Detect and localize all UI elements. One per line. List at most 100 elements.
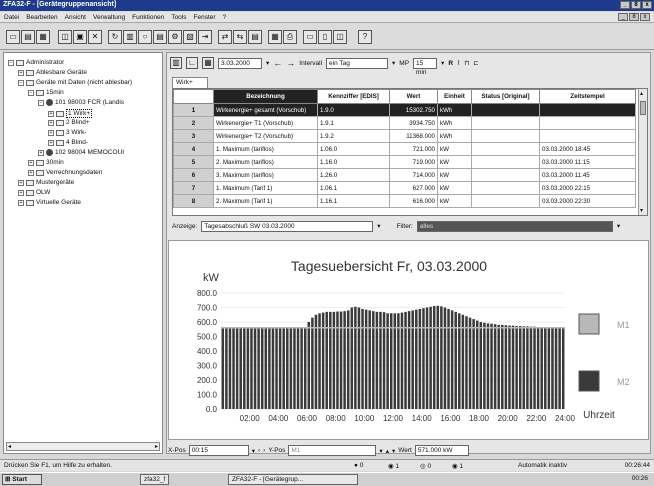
tree-item-15min[interactable]: − 15min bbox=[28, 89, 64, 96]
chevron-down-icon[interactable]: ▾ bbox=[252, 447, 255, 455]
expand-icon[interactable]: + bbox=[48, 119, 54, 126]
xpos-select[interactable]: 00:15 bbox=[188, 445, 249, 456]
expand-icon[interactable]: + bbox=[18, 189, 24, 196]
ypos-select[interactable]: M1 bbox=[288, 445, 377, 456]
expand-icon[interactable]: + bbox=[48, 110, 54, 117]
chevron-down-icon[interactable]: ▾ bbox=[392, 59, 395, 67]
header-einheit[interactable]: Einheit bbox=[437, 89, 472, 104]
next-arrow-icon[interactable]: → bbox=[286, 58, 295, 68]
mp-select[interactable]: 15 min bbox=[413, 57, 438, 76]
tree-item-olw[interactable]: + OLW bbox=[18, 189, 50, 196]
tree-item-blind-minus[interactable]: + 4 Blind- bbox=[48, 139, 88, 146]
window-icon[interactable]: ▯ bbox=[318, 30, 332, 44]
header-status[interactable]: Status [Original] bbox=[471, 89, 540, 104]
help-icon[interactable]: ? bbox=[358, 30, 372, 44]
chevron-down-icon[interactable]: ▾ bbox=[441, 59, 444, 67]
mdi-maximize-button[interactable]: 8 bbox=[629, 13, 639, 21]
table-row[interactable]: 5 2. Maximum (tariflos) 1.16.0 719.000 k… bbox=[173, 155, 636, 169]
scroll-left-icon[interactable]: ◂ bbox=[8, 443, 11, 450]
menu-datei[interactable]: Datei bbox=[4, 14, 19, 21]
table-row[interactable]: 4 1. Maximum (tariflos) 1.06.0 721.000 k… bbox=[173, 142, 636, 156]
table-row[interactable]: 2 Wirkenergie+ T1 (Vorschub) 1.9.1 3934.… bbox=[173, 116, 636, 130]
tree-item-30min[interactable]: + 30min bbox=[28, 159, 64, 166]
tree-item-wirk-minus[interactable]: + 3 Wirk- bbox=[48, 129, 87, 136]
collapse-icon[interactable]: − bbox=[18, 79, 24, 86]
transfer-icon[interactable]: ⇆ bbox=[233, 30, 247, 44]
collapse-icon[interactable]: − bbox=[8, 59, 14, 66]
anzeige-select[interactable]: Tagesabschluß SW 03.03.2000 bbox=[201, 220, 374, 232]
tree-item-device-102[interactable]: + 102 98004 MEMOCOUI bbox=[38, 149, 124, 156]
table-row[interactable]: 1 Wirkenergie+ gesamt (Vorschub) 1.9.0 1… bbox=[173, 103, 636, 117]
split-icon[interactable]: ◫ bbox=[333, 30, 347, 44]
expand-icon[interactable]: + bbox=[18, 199, 24, 206]
expand-icon[interactable]: + bbox=[18, 179, 24, 186]
header-kennziffer[interactable]: Kennziffer [EDIS] bbox=[317, 89, 390, 104]
prev-arrow-icon[interactable]: ← bbox=[273, 58, 282, 68]
print-icon[interactable]: ⎙ bbox=[283, 30, 297, 44]
device-icon[interactable]: ▣ bbox=[73, 30, 87, 44]
table-row[interactable]: 7 1. Maximum (Tarif 1) 1.06.1 627.000 kW… bbox=[173, 181, 636, 195]
chevron-down-icon[interactable]: ▾ bbox=[379, 447, 382, 455]
header-zeitstempel[interactable]: Zeitstempel bbox=[539, 89, 636, 104]
scroll-thumb[interactable] bbox=[640, 101, 646, 115]
menu-bearbeiten[interactable]: Bearbeiten bbox=[26, 14, 57, 21]
tree-item-device-101[interactable]: − 101 98003 FCR (Landis bbox=[38, 99, 124, 106]
table-row[interactable]: 8 2. Maximum (Tarif 1) 1.16.1 616.000 kW… bbox=[173, 194, 636, 208]
tree-item-mustergeraete[interactable]: + Mustergeräte bbox=[18, 179, 74, 186]
maximize-button[interactable]: 8 bbox=[631, 1, 641, 9]
expand-icon[interactable]: + bbox=[38, 149, 44, 156]
tab-wirk-plus[interactable]: Wirk+ bbox=[172, 77, 208, 88]
close-button[interactable]: x bbox=[642, 1, 652, 9]
tree-item-verrechnungsdaten[interactable]: + Verrechnungsdaten bbox=[28, 169, 102, 176]
expand-icon[interactable]: + bbox=[28, 169, 34, 176]
export-icon[interactable]: ⇥ bbox=[198, 30, 212, 44]
table-row[interactable]: 6 3. Maximum (tariflos) 1.26.0 714.000 k… bbox=[173, 168, 636, 182]
chart-icon[interactable]: ▧ bbox=[183, 30, 197, 44]
save-icon[interactable]: ▦ bbox=[36, 30, 50, 44]
report-icon[interactable]: ▤ bbox=[248, 30, 262, 44]
down-arrow-icon[interactable]: ▾ bbox=[392, 447, 395, 455]
scroll-up-icon[interactable]: ▴ bbox=[640, 90, 643, 97]
menu-help[interactable]: ? bbox=[223, 14, 227, 21]
new-file-icon[interactable]: ▭ bbox=[6, 30, 20, 44]
table-view-icon[interactable]: ▥ bbox=[170, 57, 182, 69]
expand-icon[interactable]: + bbox=[48, 139, 54, 146]
scroll-right-icon[interactable]: ▸ bbox=[155, 443, 158, 450]
menu-funktionen[interactable]: Funktionen bbox=[132, 14, 164, 21]
layout-icon[interactable]: ▭ bbox=[303, 30, 317, 44]
table-vscrollbar[interactable]: ▴ ▾ bbox=[638, 89, 647, 215]
tree-item-administrator[interactable]: − Administrator bbox=[8, 59, 64, 66]
menu-tools[interactable]: Tools bbox=[171, 14, 186, 21]
r-button[interactable]: R bbox=[448, 60, 453, 67]
expand-icon[interactable]: + bbox=[28, 159, 34, 166]
chart-view-icon[interactable]: ∟ bbox=[186, 57, 198, 69]
interval-select[interactable]: ein Tag bbox=[326, 57, 389, 69]
circle-icon[interactable]: ○ bbox=[138, 30, 152, 44]
header-wert[interactable]: Wert bbox=[389, 89, 438, 104]
tree-item-geraete-mit-daten[interactable]: − Geräte mit Daten (nicht ablesbar) bbox=[18, 79, 132, 86]
open-folder-icon[interactable]: ▤ bbox=[21, 30, 35, 44]
scroll-down-icon[interactable]: ▾ bbox=[640, 207, 643, 214]
tree-item-blind-plus[interactable]: + 2 Blind+ bbox=[48, 119, 90, 126]
menu-verwaltung[interactable]: Verwaltung bbox=[93, 14, 125, 21]
date-field[interactable]: 3.03.2000 bbox=[218, 57, 262, 69]
filter-select[interactable]: alles bbox=[416, 220, 613, 232]
tree-hscrollbar[interactable]: ◂ ▸ bbox=[6, 442, 160, 451]
tag-icon[interactable]: ⊓ bbox=[464, 59, 469, 67]
read-icon[interactable]: ↻ bbox=[108, 30, 122, 44]
task-zfa32[interactable]: zfa32_f bbox=[140, 474, 170, 485]
meter-icon[interactable]: ▥ bbox=[123, 30, 137, 44]
table-row[interactable]: 3 Wirkenergie+ T2 (Vorschub) 1.9.2 11368… bbox=[173, 129, 636, 143]
right-arrow-icon[interactable]: › bbox=[263, 447, 265, 454]
up-arrow-icon[interactable]: ▴ bbox=[386, 447, 389, 455]
chevron-down-icon[interactable]: ▾ bbox=[617, 222, 620, 230]
flag-icon[interactable]: ⊏ bbox=[473, 59, 478, 67]
mdi-minimize-button[interactable]: _ bbox=[618, 13, 628, 21]
collapse-icon[interactable]: − bbox=[38, 99, 44, 106]
menu-fenster[interactable]: Fenster bbox=[194, 14, 216, 21]
left-arrow-icon[interactable]: ‹ bbox=[258, 447, 260, 454]
collapse-icon[interactable]: − bbox=[28, 89, 34, 96]
down-arrow-icon[interactable]: ▾ bbox=[266, 59, 269, 67]
delete-icon[interactable]: ✕ bbox=[88, 30, 102, 44]
minimize-button[interactable]: _ bbox=[620, 1, 630, 9]
